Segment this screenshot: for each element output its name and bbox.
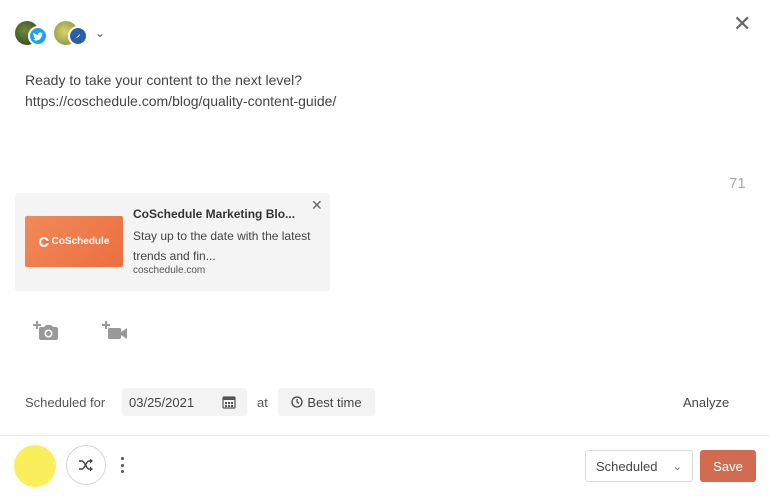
add-photo-icon[interactable] xyxy=(33,320,59,342)
pinterest-icon xyxy=(68,26,88,46)
close-icon[interactable]: ✕ xyxy=(311,198,323,214)
message-line: Ready to take your content to the next l… xyxy=(25,72,303,88)
date-value: 03/25/2021 xyxy=(129,395,195,410)
thumbnail-text: CoSchedule xyxy=(51,236,110,247)
shuffle-button[interactable] xyxy=(66,445,106,485)
link-preview-card[interactable]: CoSchedule CoSchedule Marketing Blo... S… xyxy=(15,193,330,291)
footer-divider xyxy=(0,435,770,436)
character-count: 71 xyxy=(729,175,746,192)
message-link: https://coschedule.com/blog/quality-cont… xyxy=(25,93,337,109)
preview-description: Stay up to the date with the latest tren… xyxy=(133,229,311,263)
calendar-icon[interactable] xyxy=(222,395,236,409)
color-label-button[interactable] xyxy=(14,445,56,487)
chevron-down-icon: ⌄ xyxy=(672,460,682,473)
best-time-button[interactable]: Best time xyxy=(278,388,375,416)
add-video-icon[interactable] xyxy=(102,320,128,342)
message-text[interactable]: Ready to take your content to the next l… xyxy=(25,70,336,112)
close-icon[interactable]: ✕ xyxy=(733,14,751,36)
best-time-label: Best time xyxy=(307,394,362,410)
twitter-icon xyxy=(28,26,48,46)
preview-thumbnail: CoSchedule xyxy=(25,216,123,267)
at-label: at xyxy=(257,395,268,410)
shuffle-icon xyxy=(79,458,93,472)
chevron-down-icon[interactable]: ⌄ xyxy=(95,26,105,40)
date-input[interactable]: 03/25/2021 xyxy=(122,388,247,416)
preview-title: CoSchedule Marketing Blo... xyxy=(133,207,296,221)
coschedule-logo-icon xyxy=(38,236,49,247)
save-button[interactable]: Save xyxy=(700,450,756,482)
more-options-icon[interactable] xyxy=(120,457,124,473)
analyze-link[interactable]: Analyze xyxy=(683,395,729,410)
clock-icon xyxy=(291,396,304,408)
status-dropdown[interactable]: Scheduled ⌄ xyxy=(585,450,693,482)
scheduled-for-label: Scheduled for xyxy=(25,395,106,410)
status-value: Scheduled xyxy=(596,458,658,474)
preview-domain: coschedule.com xyxy=(133,265,206,276)
